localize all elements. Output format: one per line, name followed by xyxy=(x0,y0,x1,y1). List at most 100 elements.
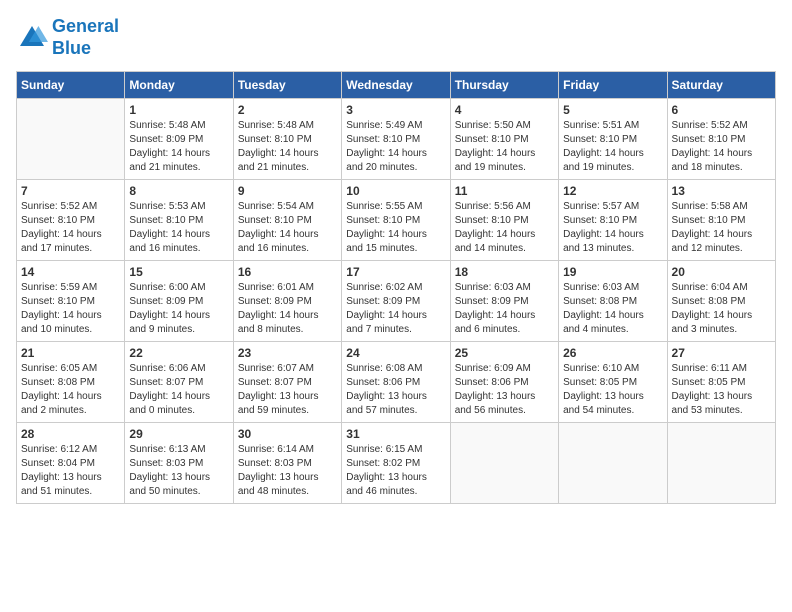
day-cell: 12 Sunrise: 5:57 AM Sunset: 8:10 PM Dayli… xyxy=(559,180,667,261)
day-info: Sunrise: 6:04 AM Sunset: 8:08 PM Dayligh… xyxy=(672,281,771,337)
day-info: Sunrise: 5:48 AM Sunset: 8:10 PM Dayligh… xyxy=(238,119,337,175)
day-info: Sunrise: 6:06 AM Sunset: 8:07 PM Dayligh… xyxy=(129,362,228,418)
day-cell: 8Sunrise: 5:53 AM Sunset: 8:10 PM Daylig… xyxy=(125,180,233,261)
day-cell: 22 Sunrise: 6:06 AM Sunset: 8:07 PM Dayli… xyxy=(125,342,233,423)
day-cell: 24 Sunrise: 6:08 AM Sunset: 8:06 PM Dayli… xyxy=(342,342,450,423)
day-number: 3 xyxy=(346,103,445,117)
week-row-2: 7 Sunrise: 5:52 AM Sunset: 8:10 PM Daylig… xyxy=(17,180,776,261)
day-info: Sunrise: 6:12 AM Sunset: 8:04 PM Dayligh… xyxy=(21,443,120,499)
day-number: 25 xyxy=(455,346,554,360)
day-number: 10 xyxy=(346,184,445,198)
day-cell: 14 Sunrise: 5:59 AM Sunset: 8:10 PM Dayli… xyxy=(17,261,125,342)
day-number: 11 xyxy=(455,184,554,198)
logo-text: General Blue xyxy=(52,16,119,59)
day-cell xyxy=(559,423,667,504)
day-number: 1 xyxy=(129,103,228,117)
day-info: Sunrise: 5:48 AM Sunset: 8:09 PM Dayligh… xyxy=(129,119,228,175)
day-number: 17 xyxy=(346,265,445,279)
day-cell: 29 Sunrise: 6:13 AM Sunset: 8:03 PM Dayli… xyxy=(125,423,233,504)
day-cell: 27Sunrise: 6:11 AM Sunset: 8:05 PM Dayli… xyxy=(667,342,775,423)
day-cell: 19 Sunrise: 6:03 AM Sunset: 8:08 PM Dayli… xyxy=(559,261,667,342)
header-day-wednesday: Wednesday xyxy=(342,72,450,99)
day-cell xyxy=(17,99,125,180)
day-number: 26 xyxy=(563,346,662,360)
day-info: Sunrise: 5:54 AM Sunset: 8:10 PM Dayligh… xyxy=(238,200,337,256)
day-number: 12 xyxy=(563,184,662,198)
day-info: Sunrise: 5:51 AM Sunset: 8:10 PM Dayligh… xyxy=(563,119,662,175)
day-number: 28 xyxy=(21,427,120,441)
day-number: 31 xyxy=(346,427,445,441)
week-row-1: 1 Sunrise: 5:48 AM Sunset: 8:09 PM Daylig… xyxy=(17,99,776,180)
day-number: 24 xyxy=(346,346,445,360)
day-info: Sunrise: 5:56 AM Sunset: 8:10 PM Dayligh… xyxy=(455,200,554,256)
day-info: Sunrise: 5:58 AM Sunset: 8:10 PM Dayligh… xyxy=(672,200,771,256)
day-cell: 9 Sunrise: 5:54 AM Sunset: 8:10 PM Daylig… xyxy=(233,180,341,261)
day-info: Sunrise: 6:10 AM Sunset: 8:05 PM Dayligh… xyxy=(563,362,662,418)
day-number: 6 xyxy=(672,103,771,117)
header-day-thursday: Thursday xyxy=(450,72,558,99)
day-number: 22 xyxy=(129,346,228,360)
week-row-3: 14 Sunrise: 5:59 AM Sunset: 8:10 PM Dayli… xyxy=(17,261,776,342)
day-cell: 4 Sunrise: 5:50 AM Sunset: 8:10 PM Daylig… xyxy=(450,99,558,180)
day-cell: 2 Sunrise: 5:48 AM Sunset: 8:10 PM Daylig… xyxy=(233,99,341,180)
header-row: SundayMondayTuesdayWednesdayThursdayFrid… xyxy=(17,72,776,99)
header-day-sunday: Sunday xyxy=(17,72,125,99)
day-info: Sunrise: 6:02 AM Sunset: 8:09 PM Dayligh… xyxy=(346,281,445,337)
day-cell: 31 Sunrise: 6:15 AM Sunset: 8:02 PM Dayli… xyxy=(342,423,450,504)
logo: General Blue xyxy=(16,16,119,59)
day-cell: 28 Sunrise: 6:12 AM Sunset: 8:04 PM Dayli… xyxy=(17,423,125,504)
day-number: 19 xyxy=(563,265,662,279)
day-info: Sunrise: 5:55 AM Sunset: 8:10 PM Dayligh… xyxy=(346,200,445,256)
day-cell: 20 Sunrise: 6:04 AM Sunset: 8:08 PM Dayli… xyxy=(667,261,775,342)
day-info: Sunrise: 6:08 AM Sunset: 8:06 PM Dayligh… xyxy=(346,362,445,418)
day-info: Sunrise: 6:07 AM Sunset: 8:07 PM Dayligh… xyxy=(238,362,337,418)
day-info: Sunrise: 5:57 AM Sunset: 8:10 PM Dayligh… xyxy=(563,200,662,256)
day-cell: 7 Sunrise: 5:52 AM Sunset: 8:10 PM Daylig… xyxy=(17,180,125,261)
day-number: 30 xyxy=(238,427,337,441)
day-info: Sunrise: 6:03 AM Sunset: 8:08 PM Dayligh… xyxy=(563,281,662,337)
day-info: Sunrise: 6:09 AM Sunset: 8:06 PM Dayligh… xyxy=(455,362,554,418)
day-number: 9 xyxy=(238,184,337,198)
day-cell: 10 Sunrise: 5:55 AM Sunset: 8:10 PM Dayli… xyxy=(342,180,450,261)
day-cell: 15Sunrise: 6:00 AM Sunset: 8:09 PM Dayli… xyxy=(125,261,233,342)
day-cell: 16 Sunrise: 6:01 AM Sunset: 8:09 PM Dayli… xyxy=(233,261,341,342)
day-cell: 5 Sunrise: 5:51 AM Sunset: 8:10 PM Daylig… xyxy=(559,99,667,180)
day-info: Sunrise: 6:11 AM Sunset: 8:05 PM Dayligh… xyxy=(672,362,771,418)
day-number: 7 xyxy=(21,184,120,198)
day-info: Sunrise: 5:53 AM Sunset: 8:10 PM Dayligh… xyxy=(129,200,228,256)
day-cell: 23 Sunrise: 6:07 AM Sunset: 8:07 PM Dayli… xyxy=(233,342,341,423)
day-info: Sunrise: 6:03 AM Sunset: 8:09 PM Dayligh… xyxy=(455,281,554,337)
day-number: 29 xyxy=(129,427,228,441)
day-info: Sunrise: 5:50 AM Sunset: 8:10 PM Dayligh… xyxy=(455,119,554,175)
day-number: 2 xyxy=(238,103,337,117)
day-number: 14 xyxy=(21,265,120,279)
day-info: Sunrise: 6:14 AM Sunset: 8:03 PM Dayligh… xyxy=(238,443,337,499)
day-cell: 21Sunrise: 6:05 AM Sunset: 8:08 PM Dayli… xyxy=(17,342,125,423)
day-info: Sunrise: 5:59 AM Sunset: 8:10 PM Dayligh… xyxy=(21,281,120,337)
day-info: Sunrise: 6:01 AM Sunset: 8:09 PM Dayligh… xyxy=(238,281,337,337)
day-info: Sunrise: 6:05 AM Sunset: 8:08 PM Dayligh… xyxy=(21,362,120,418)
day-info: Sunrise: 5:52 AM Sunset: 8:10 PM Dayligh… xyxy=(21,200,120,256)
day-cell: 25 Sunrise: 6:09 AM Sunset: 8:06 PM Dayli… xyxy=(450,342,558,423)
day-info: Sunrise: 6:13 AM Sunset: 8:03 PM Dayligh… xyxy=(129,443,228,499)
week-row-4: 21Sunrise: 6:05 AM Sunset: 8:08 PM Dayli… xyxy=(17,342,776,423)
day-number: 5 xyxy=(563,103,662,117)
day-cell: 17 Sunrise: 6:02 AM Sunset: 8:09 PM Dayli… xyxy=(342,261,450,342)
calendar-table: SundayMondayTuesdayWednesdayThursdayFrid… xyxy=(16,71,776,504)
day-number: 23 xyxy=(238,346,337,360)
day-cell: 26 Sunrise: 6:10 AM Sunset: 8:05 PM Dayli… xyxy=(559,342,667,423)
day-cell: 6Sunrise: 5:52 AM Sunset: 8:10 PM Daylig… xyxy=(667,99,775,180)
day-number: 13 xyxy=(672,184,771,198)
day-cell xyxy=(667,423,775,504)
header-day-monday: Monday xyxy=(125,72,233,99)
header: General Blue xyxy=(16,16,776,59)
day-cell: 30 Sunrise: 6:14 AM Sunset: 8:03 PM Dayli… xyxy=(233,423,341,504)
day-number: 20 xyxy=(672,265,771,279)
header-day-tuesday: Tuesday xyxy=(233,72,341,99)
day-info: Sunrise: 6:15 AM Sunset: 8:02 PM Dayligh… xyxy=(346,443,445,499)
day-number: 16 xyxy=(238,265,337,279)
day-info: Sunrise: 5:49 AM Sunset: 8:10 PM Dayligh… xyxy=(346,119,445,175)
week-row-5: 28 Sunrise: 6:12 AM Sunset: 8:04 PM Dayli… xyxy=(17,423,776,504)
header-day-friday: Friday xyxy=(559,72,667,99)
day-number: 4 xyxy=(455,103,554,117)
